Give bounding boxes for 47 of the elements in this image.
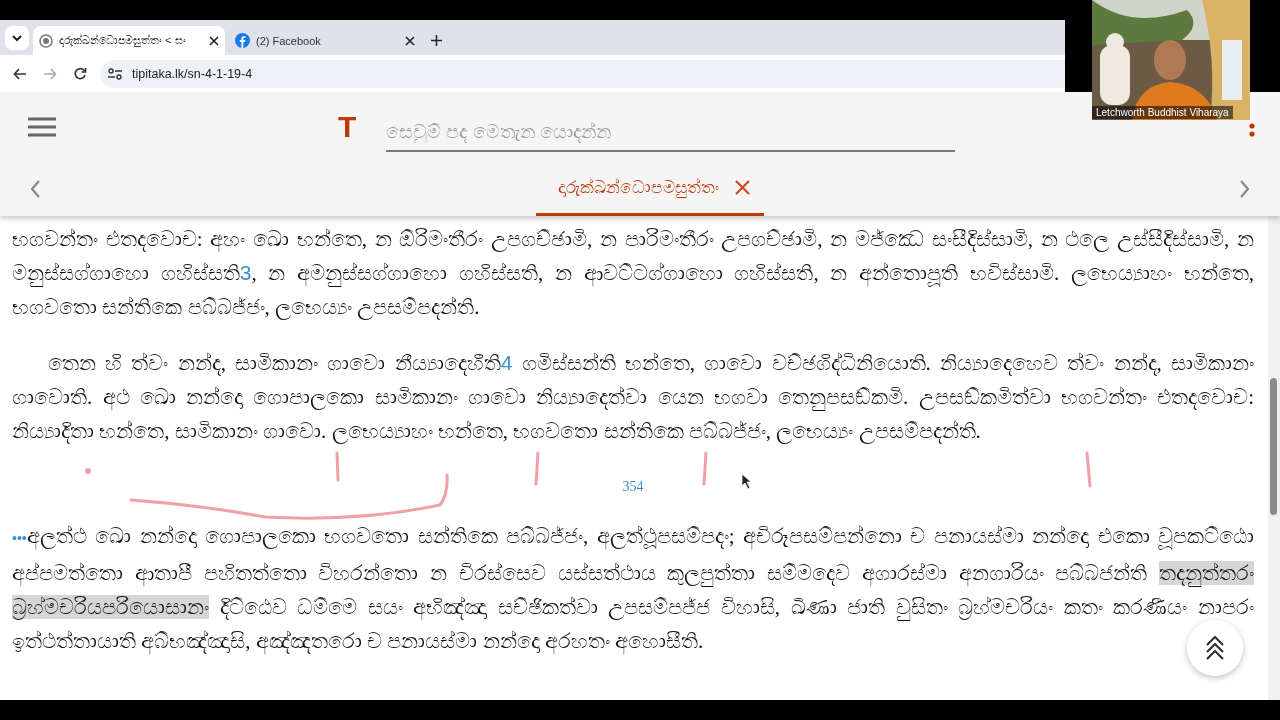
site-logo[interactable]: T [338,110,386,144]
continuation-link[interactable]: ••• [12,531,27,546]
pen-dot [85,468,91,474]
chevron-icon [1239,180,1250,198]
cursor-icon [741,473,752,490]
pali-paragraph: •••අලත්ථ ඛො නන්දො ගොපාලකො භගවතො සන්තිකෙ පබ්බජ්ජං, අලත්ථූපසම්පදං; අචිරූපසම්පන්නො ච පනායස්මා නන්දො එකො වූපකට්ඨො අප්පමත්තො ආතාපී පහිතත්තො විහරන්තො න චිරස්සෙව යස්සත්ථාය කුලපුත්තා සම්මදෙව අගාරස්මා අනගාරියං පබ්බජන්ති තදනුත්තරං බ්‍රහ්මචරියපරියොසානං දිට්ඨෙව ධම්මෙ සයං අභිඤ්ඤා සච්ඡිකත්වා උපසම්පජ්ජ විහාසි, ඛීණා ජාති වුසිතං බ්‍රහ්මචරියං කතං කරණීයං නාපරං ඉත්ථත්තායාති අබ්භඤ්ඤාසි, අඤ්ඤතරො ච පනායස්මා නන්දො අරහතං අහොසීති. [12,523,1254,656]
close-icon[interactable] [405,35,415,46]
browser-tab[interactable]: දාරුක්ඛන්ධොපමසුත්තං < සං [33,26,225,55]
sliders-icon [108,67,122,80]
chevron-icon [30,180,41,198]
open-tab[interactable]: දාරුක්ඛන්ධොපමසුත්තං [536,162,764,216]
search-field[interactable]: සෙවුම් පද මෙතැන යොදන්න [386,114,955,152]
scrollbar[interactable] [1268,216,1280,700]
page-number: 354 [622,479,644,494]
tab-title: (2) Facebook [256,34,322,47]
chevron-down-icon [12,34,22,42]
close-icon[interactable] [209,35,219,46]
tab-list-button[interactable] [5,26,29,50]
scroll-thumb[interactable] [1270,378,1277,515]
arrow-right-icon [43,66,57,81]
close-icon [735,180,750,195]
menu-button[interactable] [28,117,56,137]
participant-name: Letchworth Buddhist Viharaya [1092,106,1233,119]
pen-stroke [1085,451,1092,488]
footnote-link[interactable]: 4 [500,351,513,374]
reload-icon [73,66,87,81]
arrow-left-icon [13,66,27,81]
site-icon [39,33,53,48]
menu-icon [28,117,56,137]
pali-paragraph: භගවන්තං එතදවොච: අහං ඛො භන්තෙ, න ඕරිමංතීරං උපගච්ඡාමි, න පාරිමංතීරං උපගච්ඡාමි, න මජ්ඣෙ සංසීදිස්සාමි, න ථලෙ උස්සීදිස්සාමි, න මනුස්සග්ගාහො ගහිස්සති3, න අමනුස්සග්ගාහො ගහිස්සති, න ආවට්ටග්ගාහො ගහිස්සති, න අන්තොපූති භවිස්සාමි. ලභෙය්‍යාහං භන්තෙ, භගවතො සන්තිකෙ පබ්බජ්ජං, ලභෙය්‍යං උපසම්පදන්ති. [12,226,1254,322]
pen-stroke [534,451,540,486]
scroll-to-top-button[interactable] [1187,620,1243,676]
tab-title: දාරුක්ඛන්ධොපමසුත්තං [558,177,719,198]
double-chevron-up-icon [1205,635,1225,661]
pen-stroke [702,451,708,486]
pali-paragraph: තෙන හි ත්වං නන්ද, සාමිකානං ගාවො නීය්‍යාදෙහීති4 ගමිස්සන්ති භන්තෙ, ගාවො වච්ඡගිද්ධිනියොති. නිය්‍යාදෙහෙව ත්වං නන්ද, සාමිකානං ගාවොති. අථ ඛො නන්දො ගොපාලකො සාමිකානං ගාවො නිය්‍යාදෙත්වා යෙන භගවා තෙනුපසඞ්කමි. උපසඞ්කමිත්වා භගවන්තං එතදවොච: නිය්‍යාදිතා භන්තෙ, සාමිකානං ගාවො. ලභෙය්‍යාහං භන්තෙ, භගවතො සන්තිකෙ පබ්බජ්ජං, ලභෙය්‍යං උපසම්පදන්ති. [12,350,1254,446]
close-tab-button[interactable] [735,180,750,195]
url-text: tipitaka.lk/sn-4-1-19-4 [132,66,253,81]
tab-title: දාරුක්ඛන්ධොපමසුත්තං < සං [59,34,187,47]
plus-icon [430,35,442,46]
more-icon[interactable] [1249,123,1255,137]
footnote-link[interactable]: 3 [239,261,252,284]
browser-tab[interactable]: (2) Facebook [229,26,421,55]
previous-button[interactable] [30,180,41,198]
f-logo-icon [235,33,250,48]
next-button[interactable] [1239,180,1250,198]
address-bar[interactable]: tipitaka.lk/sn-4-1-19-4 [100,59,1065,88]
